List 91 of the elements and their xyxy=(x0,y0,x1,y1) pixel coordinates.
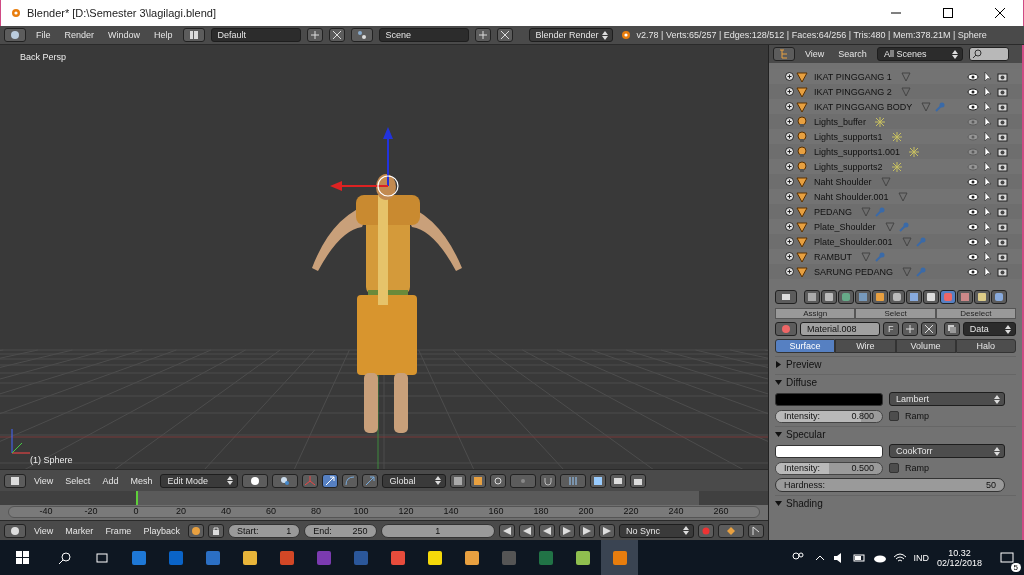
object-name: SARUNG PEDANG xyxy=(814,266,893,277)
panel-title[interactable]: Shading xyxy=(786,497,823,509)
frame-number: 240 xyxy=(668,506,684,516)
object-name: IKAT PINGGANG 2 xyxy=(814,86,892,97)
menu-item[interactable]: Search xyxy=(834,49,871,59)
slot-button[interactable]: Assign xyxy=(775,308,856,319)
frame-number: 220 xyxy=(623,506,639,516)
object-name: IKAT PINGGANG BODY xyxy=(814,101,913,112)
menu-item[interactable]: Mesh xyxy=(126,475,157,486)
scenes-dropdown[interactable]: All Scenes xyxy=(876,47,963,61)
menu-item[interactable]: Help xyxy=(150,30,177,40)
panel-title[interactable]: Preview xyxy=(786,358,822,370)
outliner-row[interactable]: SARUNG PEDANG xyxy=(769,264,1022,279)
panel-title[interactable]: Diffuse xyxy=(786,376,817,388)
material-type-tab[interactable]: Wire xyxy=(835,339,896,353)
object-name: PEDANG xyxy=(814,206,852,217)
frame-number: 60 xyxy=(266,506,276,516)
fake-user-button[interactable]: F xyxy=(882,322,899,336)
menu-item[interactable]: View xyxy=(30,525,58,536)
frame-number: 120 xyxy=(398,506,414,516)
object-name: Lights_buffer xyxy=(814,116,866,127)
window-title: Blender* [D:\Semester 3\lagilagi.blend] xyxy=(27,7,217,19)
object-label: (1) Sphere xyxy=(30,455,73,465)
menu-item[interactable]: Frame xyxy=(101,525,136,536)
menu-item[interactable]: View xyxy=(801,49,829,59)
frame-number: 160 xyxy=(488,506,504,516)
end-frame-field[interactable]: End: 250 xyxy=(304,523,377,538)
frame-number: -40 xyxy=(39,506,53,516)
start-frame-field[interactable]: Start: 1 xyxy=(227,523,301,538)
mode-dropdown[interactable]: Edit Mode xyxy=(160,473,239,488)
object-name: Lights_supports1 xyxy=(814,131,883,142)
outliner-row[interactable]: Naht Shoulder xyxy=(769,174,1022,189)
action-center-button[interactable]: 5 xyxy=(990,540,1024,575)
outliner-row[interactable]: IKAT PINGGANG 2 xyxy=(769,84,1022,99)
render-engine-dropdown[interactable]: Blender Render xyxy=(528,28,613,42)
menu-item[interactable]: Marker xyxy=(61,525,98,536)
link-dropdown[interactable]: Data xyxy=(962,322,1016,336)
panel-title[interactable]: Specular xyxy=(786,428,826,440)
frame-number: 80 xyxy=(311,506,321,516)
shader-dropdown[interactable]: CookTorr xyxy=(889,444,1005,458)
menu-item[interactable]: Select xyxy=(61,475,95,486)
frame-number: 180 xyxy=(533,506,549,516)
slot-button[interactable]: Select xyxy=(855,308,936,319)
material-name-field[interactable]: Material.008 xyxy=(800,322,880,336)
sync-dropdown[interactable]: No Sync xyxy=(618,523,694,538)
material-type-tab[interactable]: Volume xyxy=(895,339,956,353)
object-name: IKAT PINGGANG 1 xyxy=(814,71,892,82)
checkbox-label: Ramp xyxy=(905,411,929,421)
object-name: Naht Shoulder.001 xyxy=(814,191,889,202)
menu-item[interactable]: Render xyxy=(60,30,99,40)
menu-item[interactable]: Add xyxy=(98,475,123,486)
frame-number: -20 xyxy=(84,506,98,516)
current-frame-field[interactable]: 1 xyxy=(380,523,495,538)
menu-item[interactable]: File xyxy=(32,30,55,40)
layout-field[interactable]: Default xyxy=(210,28,301,42)
frame-number: 200 xyxy=(578,506,594,516)
object-name: Lights_supports2 xyxy=(814,161,883,172)
notification-count: 5 xyxy=(1010,563,1021,572)
scene-field[interactable]: Scene xyxy=(378,28,469,42)
outliner-row[interactable]: Lights_supports1.001 xyxy=(769,144,1022,159)
scene-statistics: v2.78 | Verts:65/257 | Edges:128/512 | Faces:64/256 | Tris:480 | Mem:378.21M | Sphere xyxy=(636,30,987,40)
language-indicator[interactable]: IND xyxy=(913,552,929,563)
intensity-slider[interactable]: Intensity: 0.800 xyxy=(775,409,883,423)
clock-time[interactable]: 10.32 xyxy=(948,547,971,558)
view-label: Back Persp xyxy=(20,52,67,62)
frame-number: 260 xyxy=(713,506,729,516)
menu-item[interactable]: Window xyxy=(104,30,145,40)
outliner-row[interactable]: Lights_buffer xyxy=(769,114,1022,129)
clock-date[interactable]: 02/12/2018 xyxy=(936,557,982,568)
frame-number: 40 xyxy=(221,506,231,516)
outliner-row[interactable]: Plate_Shoulder.001 xyxy=(769,234,1022,249)
object-name: Plate_Shoulder.001 xyxy=(814,236,893,247)
object-name: Naht Shoulder xyxy=(814,176,872,187)
slot-button[interactable]: Deselect xyxy=(935,308,1016,319)
frame-number: 140 xyxy=(443,506,459,516)
object-name: Plate_Shoulder xyxy=(814,221,876,232)
orientation-dropdown[interactable]: Global xyxy=(382,473,447,488)
frame-number: 100 xyxy=(353,506,369,516)
frame-number: 20 xyxy=(176,506,186,516)
hardness-field[interactable]: Hardness: 50 xyxy=(775,478,1005,492)
material-type-tab[interactable]: Surface xyxy=(775,339,836,353)
intensity-slider[interactable]: Intensity: 0.500 xyxy=(775,461,883,475)
menu-item[interactable]: View xyxy=(30,475,58,486)
checkbox-label: Ramp xyxy=(905,463,929,473)
menu-item[interactable]: Playback xyxy=(139,525,184,536)
object-name: RAMBUT xyxy=(814,251,852,262)
object-name: Lights_supports1.001 xyxy=(814,146,901,157)
outliner-row[interactable]: PEDANG xyxy=(769,204,1022,219)
frame-number: 0 xyxy=(133,506,139,516)
shader-dropdown[interactable]: Lambert xyxy=(889,392,1005,406)
material-type-tab[interactable]: Halo xyxy=(955,339,1016,353)
